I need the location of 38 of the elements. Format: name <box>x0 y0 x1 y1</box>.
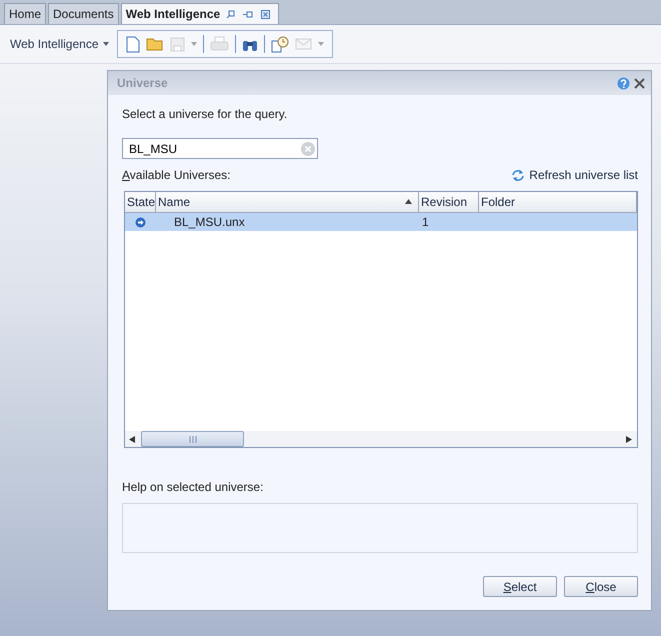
column-header[interactable]: Name <box>156 192 419 212</box>
search-input[interactable]: BL_MSU <box>129 142 279 156</box>
dialog-button[interactable]: Close <box>564 576 638 597</box>
sort-up-icon <box>405 199 412 204</box>
tab[interactable]: Web Intelligence <box>120 3 280 24</box>
list-label: Available Universes: <box>122 168 231 182</box>
tab[interactable]: Home <box>4 3 46 24</box>
scrollbar[interactable] <box>125 431 637 447</box>
scroll-right-icon[interactable] <box>626 436 632 442</box>
tab-label: Web Intelligence <box>126 7 220 21</box>
caret-icon <box>190 42 196 46</box>
dialog-title: Universe <box>117 76 168 90</box>
close-icon[interactable] <box>261 10 270 18</box>
new-document-icon[interactable] <box>126 36 140 52</box>
table-cell-text: 1 <box>421 214 430 231</box>
schedule-icon[interactable] <box>270 36 288 52</box>
help-label: Help on selected universe: <box>122 480 264 494</box>
table-cell-text: BL_MSU.unx <box>173 214 246 231</box>
caret-icon <box>102 42 108 46</box>
tab[interactable]: Documents <box>48 3 119 24</box>
caret-icon <box>318 42 324 46</box>
refresh-icon <box>511 168 526 182</box>
grip-icon <box>188 436 196 442</box>
folder-icon[interactable] <box>146 37 164 51</box>
refresh-link[interactable]: Refresh universe list <box>511 168 638 182</box>
column-header[interactable]: Folder <box>479 192 637 212</box>
prompt-text: Select a universe for the query. <box>122 107 288 121</box>
search-field[interactable]: BL_MSU <box>122 138 318 159</box>
table-row[interactable]: BL_MSU.unx 1 <box>125 213 637 231</box>
close-icon[interactable] <box>634 78 645 88</box>
column-header[interactable]: Revision <box>419 192 479 212</box>
pin-icon[interactable] <box>243 10 254 18</box>
column-header[interactable]: State <box>125 192 156 212</box>
float-icon[interactable] <box>226 10 236 18</box>
help-icon[interactable] <box>617 76 630 90</box>
dialog-button[interactable]: Select <box>483 576 557 597</box>
scroll-left-icon[interactable] <box>129 436 135 442</box>
arrow-icon <box>135 216 146 228</box>
